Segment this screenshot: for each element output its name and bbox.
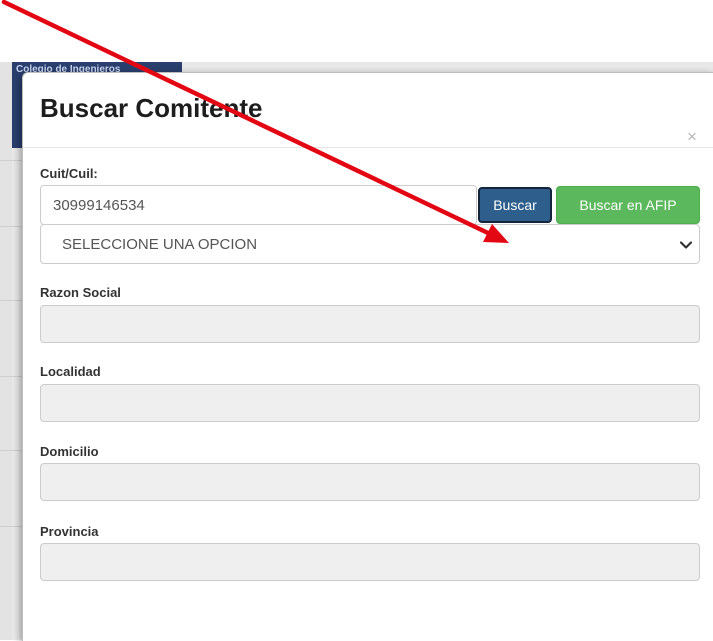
cuit-input[interactable] [40,185,477,225]
background-table-rows [0,148,22,640]
provincia-label: Provincia [40,524,99,539]
buscar-comitente-modal: Buscar Comitente × Cuit/Cuil: Buscar Bus… [22,72,713,641]
domicilio-field[interactable] [40,463,700,501]
header-divider [23,147,713,148]
buscar-en-afip-button[interactable]: Buscar en AFIP [556,186,700,224]
localidad-field[interactable] [40,384,700,422]
background-row-divider [0,526,22,527]
background-row-divider [0,160,22,161]
opcion-select[interactable]: SELECCIONE UNA OPCION [40,224,700,264]
select-selected-value: SELECCIONE UNA OPCION [62,236,258,253]
close-icon[interactable]: × [684,128,700,146]
background-row-divider [0,450,22,451]
background-row-divider [0,376,22,377]
cuit-label: Cuit/Cuil: [40,166,98,181]
provincia-field[interactable] [40,543,700,581]
domicilio-label: Domicilio [40,444,99,459]
localidad-label: Localidad [40,364,101,379]
buscar-button[interactable]: Buscar [478,187,552,223]
background-row-divider [0,226,22,227]
background-row-divider [0,300,22,301]
razon-social-field[interactable] [40,305,700,343]
chevron-down-icon [679,241,693,249]
modal-title: Buscar Comitente [40,93,263,123]
razon-social-label: Razon Social [40,285,121,300]
